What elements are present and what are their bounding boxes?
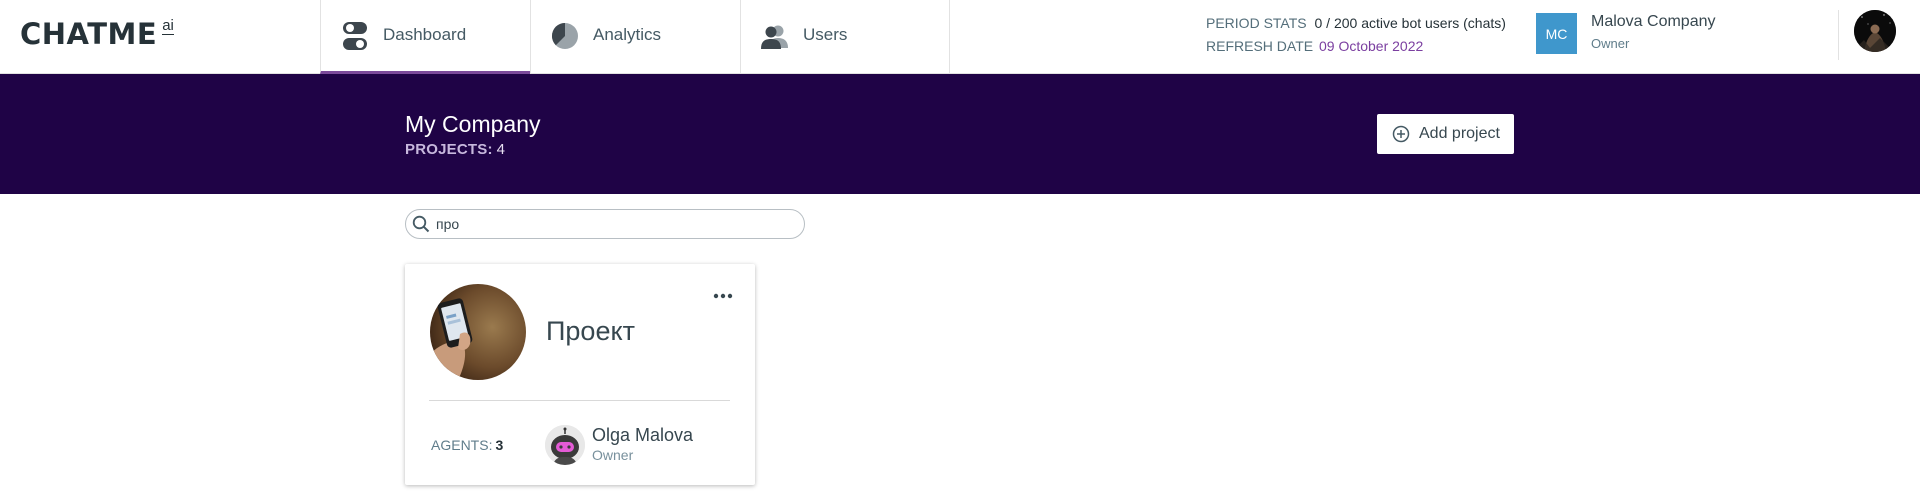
toggle-switch-icon [343,22,367,50]
search-icon [412,215,430,233]
tab-analytics[interactable]: Analytics [530,0,740,74]
top-navigation-bar: CHATME ai Dashboard Analytics Users PERI… [0,0,1920,74]
logo-suffix: ai [162,17,174,35]
user-avatar[interactable] [1854,10,1896,52]
users-icon [761,25,788,49]
company-role: Owner [1591,36,1630,51]
chatme-logo[interactable]: CHATME ai [20,16,174,52]
company-banner: My Company PROJECTS: 4 Add project [0,74,1920,194]
refresh-date-value: 09 October 2022 [1318,38,1424,54]
company-badge[interactable]: MC [1536,13,1577,54]
header-divider [1838,10,1839,60]
project-search[interactable] [405,209,805,239]
add-project-label: Add project [1419,125,1500,142]
period-stats-row: PERIOD STATS 0 / 200 active bot users (c… [1206,12,1506,35]
refresh-date-label: REFRESH DATE [1206,38,1314,54]
user-avatar-image [1854,10,1896,52]
company-name[interactable]: Malova Company [1591,13,1716,31]
project-image [430,284,526,380]
tab-users-label: Users [803,25,848,44]
projects-label: PROJECTS: [405,141,493,158]
period-stats-label: PERIOD STATS [1206,15,1307,31]
logo-text: CHATME [20,17,158,51]
card-divider [429,400,730,401]
projects-counter: PROJECTS: 4 [405,141,505,158]
tab-dashboard-label: Dashboard [383,25,467,44]
tab-dashboard[interactable]: Dashboard [320,0,530,74]
owner-avatar [545,425,585,465]
company-title: My Company [405,111,541,137]
projects-count: 4 [496,141,506,158]
tab-analytics-label: Analytics [593,25,662,44]
refresh-date-row: REFRESH DATE 09 October 2022 [1206,35,1506,58]
agents-count: 3 [495,437,504,453]
tab-users[interactable]: Users [740,0,950,74]
plus-circle-icon [1392,125,1410,143]
project-image-art [430,284,526,380]
search-input[interactable] [436,213,786,235]
more-options-icon[interactable] [711,290,735,302]
period-stats-value: 0 / 200 active bot users (chats) [1314,15,1506,31]
owner-name: Olga Malova [592,425,694,445]
project-card[interactable]: Проект AGENTS: 3 Olga Malova Owner [405,264,755,485]
owner-role: Owner [592,447,634,463]
robot-icon [545,425,585,465]
project-title[interactable]: Проект [546,316,635,347]
period-stats: PERIOD STATS 0 / 200 active bot users (c… [1206,12,1506,58]
agents-label: AGENTS: [431,437,493,453]
agents-counter: AGENTS: 3 [431,437,503,453]
pie-chart-icon [551,22,578,49]
add-project-button[interactable]: Add project [1377,114,1514,154]
